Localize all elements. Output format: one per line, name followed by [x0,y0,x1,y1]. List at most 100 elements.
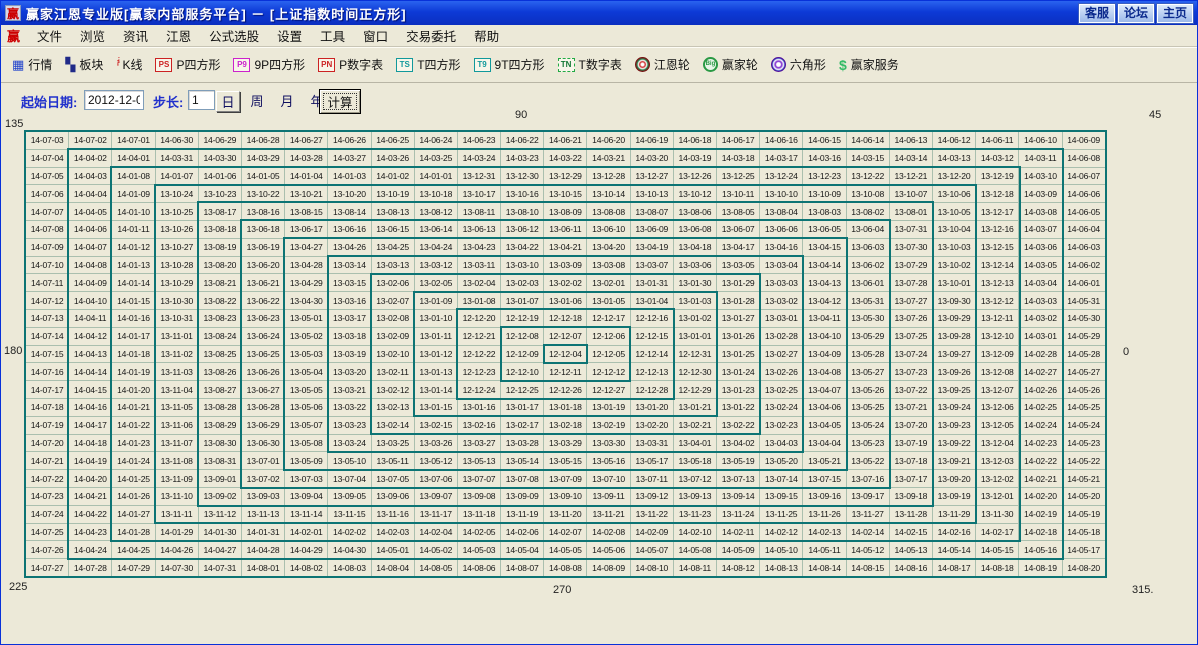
date-cell: 13-10-25 [154,202,199,221]
forum-button[interactable]: 论坛 [1117,2,1155,24]
app-logo-icon: 赢 [5,5,21,21]
date-cell: 13-11-11 [154,504,199,524]
date-cell: 13-08-23 [197,308,242,328]
date-cell: 13-03-17 [327,308,372,328]
date-cell: 13-11-24 [715,504,761,524]
date-cell: 14-05-10 [759,540,804,560]
date-cell: 14-03-09 [1018,184,1063,204]
toolbar-item-P四方形[interactable]: PS P四方形 [152,54,223,75]
date-cell: 12-12-08 [500,326,545,346]
hexagon-icon [770,57,786,72]
date-cell: 14-02-05 [456,522,502,542]
date-cell: 13-11-28 [888,504,933,524]
date-cell: 13-06-07 [715,219,761,239]
date-cell: 14-06-08 [1061,148,1106,168]
date-cell: 13-09-06 [370,486,415,506]
period-option-日[interactable]: 日 [216,91,240,112]
date-cell: 12-12-13 [629,362,674,382]
toolbar-item-赢家轮[interactable]: Big 赢家轮 [700,54,761,75]
step-input[interactable] [188,90,215,110]
date-cell: 13-03-09 [543,255,588,275]
date-cell: 13-08-09 [543,202,588,221]
start-date-input[interactable] [84,90,144,110]
date-cell: 13-09-28 [931,326,977,346]
date-cell: 14-08-17 [931,558,977,577]
date-cell: 13-02-24 [759,397,804,417]
toolbar-item-赢家服务[interactable]: $ 赢家服务 [836,54,902,75]
date-cell: 13-04-13 [802,273,847,293]
date-cell: 13-03-23 [327,415,372,435]
date-cell: 14-07-02 [68,131,113,150]
date-cell: 14-06-01 [1061,273,1106,293]
date-cell: 14-08-11 [672,558,718,577]
date-cell: 13-09-13 [672,486,718,506]
date-cell: 14-02-25 [1018,397,1063,417]
menu-item-公式选股[interactable]: 公式选股 [200,26,268,45]
menu-item-交易委托[interactable]: 交易委托 [397,26,465,45]
menu-item-帮助[interactable]: 帮助 [465,26,508,45]
date-cell: 14-07-08 [24,219,70,239]
menu-item-工具[interactable]: 工具 [311,26,354,45]
toolbar-item-K线[interactable]: ꜟꜞ K线 [113,54,145,75]
date-cell: 14-08-02 [284,558,329,577]
date-cell: 12-12-10 [500,362,545,382]
toolbar-item-T数字表[interactable]: TN T数字表 [555,54,625,75]
date-cell: 13-11-22 [629,504,674,524]
toolbar-item-行情[interactable]: ▦ 行情 [9,54,55,75]
customer-service-button[interactable]: 客服 [1078,2,1116,24]
toolbar-item-T四方形[interactable]: TS T四方形 [393,54,463,75]
date-cell: 14-01-03 [327,166,372,186]
date-cell: 13-02-25 [759,380,804,399]
date-cell: 14-04-07 [68,237,113,257]
period-option-月[interactable]: 月 [275,91,299,110]
date-cell: 13-11-26 [802,504,847,524]
date-cell: 13-02-18 [543,415,588,435]
date-cell: 13-08-30 [197,433,242,453]
date-cell: 14-06-30 [154,131,199,150]
date-cell: 12-12-30 [672,362,718,382]
menu-item-江恩[interactable]: 江恩 [157,26,200,45]
date-cell: 13-04-14 [802,255,847,275]
toolbar-item-label: 六角形 [789,58,826,72]
date-cell: 13-12-14 [975,255,1020,275]
date-cell: 13-08-15 [284,202,329,221]
date-cell: 13-03-05 [715,255,761,275]
toolbar-item-板块[interactable]: ▚ 板块 [62,54,106,75]
date-cell: 14-08-13 [759,558,804,577]
toolbar-item-9P四方形[interactable]: P9 9P四方形 [230,54,308,75]
date-cell: 13-07-28 [888,273,933,293]
toolbar-item-六角形[interactable]: 六角形 [768,54,829,75]
menu-item-文件[interactable]: 文件 [28,26,71,45]
period-option-周[interactable]: 周 [245,91,269,110]
start-date-label: 起始日期: [21,95,78,110]
date-cell: 14-05-22 [1061,451,1106,471]
calculate-button[interactable]: 计算 [319,89,361,114]
date-cell: 14-02-09 [629,522,674,542]
menu-item-资讯[interactable]: 资讯 [114,26,157,45]
date-cell: 14-02-07 [543,522,588,542]
menu-item-设置[interactable]: 设置 [268,26,311,45]
date-cell: 13-07-09 [543,469,588,488]
date-cell: 13-10-27 [154,237,199,257]
toolbar-item-9T四方形[interactable]: T9 9T四方形 [471,54,548,75]
date-cell: 14-02-11 [715,522,761,542]
date-cell: 14-04-18 [68,433,113,453]
toolbar-item-江恩轮[interactable]: 江恩轮 [632,54,693,75]
date-cell: 13-02-03 [500,273,545,293]
date-cell: 13-12-25 [715,166,761,186]
date-cell: 14-01-31 [240,522,286,542]
date-cell: 13-05-18 [672,451,718,471]
homepage-button[interactable]: 主页 [1156,2,1194,24]
toolbar-item-P数字表[interactable]: PN P数字表 [315,54,386,75]
menu-item-窗口[interactable]: 窗口 [354,26,397,45]
date-cell: 14-07-09 [24,237,70,257]
date-cell: 13-12-24 [759,166,804,186]
date-cell: 13-05-27 [845,362,890,382]
date-cell: 13-06-20 [240,255,286,275]
date-cell: 13-01-06 [543,291,588,310]
menu-item-浏览[interactable]: 浏览 [71,26,114,45]
service-dollar-icon: $ [838,56,847,73]
date-cell: 13-06-11 [543,219,588,239]
date-cell: 14-07-01 [111,131,156,150]
p9-square-icon: P9 [233,57,251,72]
